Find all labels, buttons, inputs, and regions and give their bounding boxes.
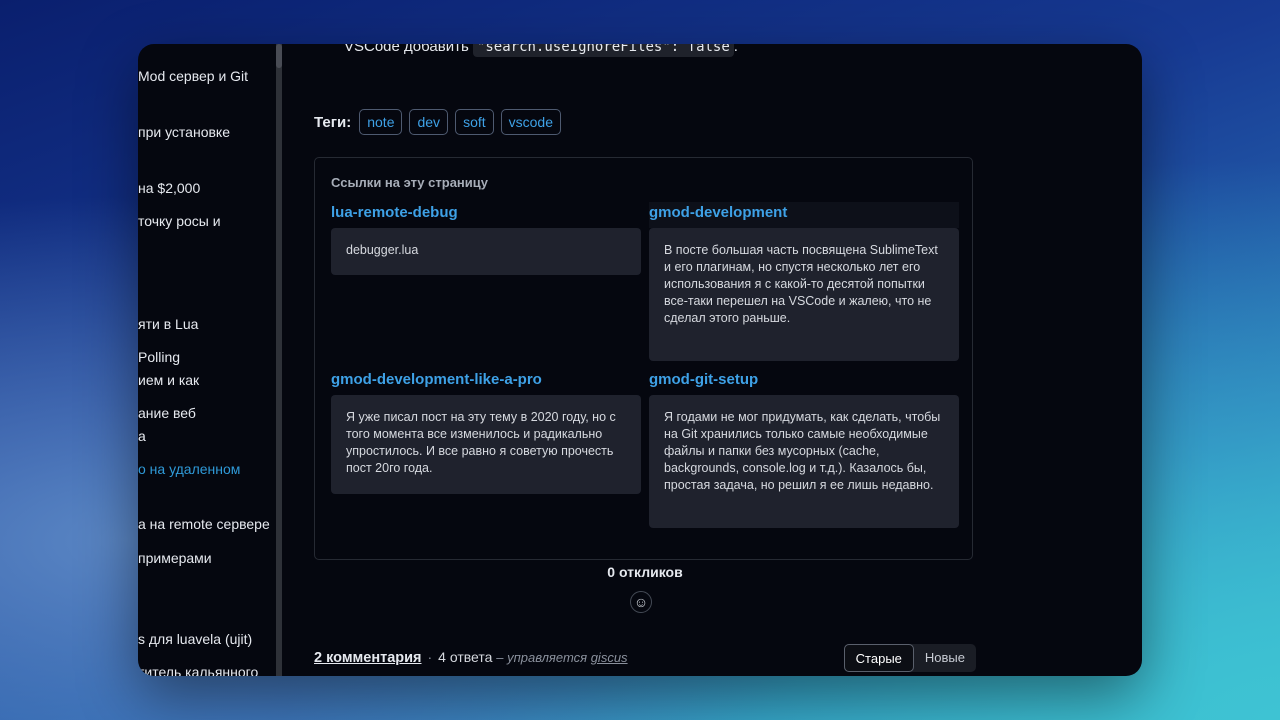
sidebar-item[interactable]: при установке (138, 121, 230, 143)
scrollbar-thumb[interactable] (276, 44, 282, 68)
backlink-link[interactable]: gmod-git-setup (649, 369, 959, 395)
tag-dev[interactable]: dev (409, 109, 449, 135)
sort-newest-button[interactable]: Новые (914, 644, 976, 672)
browser-window: Mod сервер и Git при установке на $2,000… (138, 44, 1142, 676)
inline-code: "search.useIgnoreFiles": false (472, 44, 734, 57)
sidebar-item[interactable]: ание веб (138, 402, 196, 424)
comments-bar: 2 комментария · 4 ответа – управляется gis… (314, 644, 976, 672)
backlink-item: gmod-development-like-a-pro Я уже писал … (331, 369, 641, 494)
sidebar-item[interactable]: точку росы и (138, 210, 221, 232)
separator: · (427, 649, 433, 665)
backlinks-panel: Ссылки на эту страницу lua-remote-debug … (314, 157, 973, 560)
replies-count: 4 ответа (438, 649, 493, 665)
tags-row: Теги: note dev soft vscode (314, 109, 568, 135)
comments-count-link[interactable]: 2 комментария (314, 650, 422, 666)
sidebar-item-active[interactable]: о на удаленном (138, 458, 240, 480)
tags-label: Теги: (314, 113, 352, 131)
comments-summary: 2 комментария · 4 ответа – управляется gis… (314, 649, 628, 666)
sidebar-item[interactable]: Mod сервер и Git (138, 65, 248, 87)
article-text-end: . (733, 44, 738, 55)
backlink-item: gmod-git-setup Я годами не мог придумать… (649, 369, 959, 528)
backlink-item: gmod-development В посте большая часть п… (649, 202, 959, 361)
backlink-link[interactable]: gmod-development-like-a-pro (331, 369, 641, 395)
sidebar-item[interactable]: Polling (138, 346, 180, 368)
backlink-excerpt: Я уже писал пост на эту тему в 2020 году… (331, 395, 641, 494)
sidebar-scrollbar[interactable] (276, 44, 282, 676)
sidebar-item[interactable]: а на remote сервере (138, 513, 270, 535)
article-text: VSCode добавить "search.useIgnoreFiles":… (344, 44, 738, 57)
sidebar-item[interactable]: титель кальянного (138, 661, 258, 676)
sidebar-item[interactable]: s для luavela (ujit) (138, 628, 252, 650)
backlink-item: lua-remote-debug debugger.lua (331, 202, 641, 275)
article-text-part: VSCode добавить (344, 44, 473, 55)
sidebar: Mod сервер и Git при установке на $2,000… (138, 44, 278, 676)
reactions-count: 0 откликов (607, 564, 683, 580)
backlink-excerpt: В посте большая часть посвящена SublimeT… (649, 228, 959, 361)
tag-soft[interactable]: soft (455, 109, 494, 135)
giscus-link[interactable]: giscus (591, 650, 628, 665)
sidebar-item[interactable]: на $2,000 (138, 177, 200, 199)
managed-prefix: – управляется (496, 650, 591, 665)
sidebar-item[interactable]: примерами (138, 547, 212, 569)
smile-icon[interactable]: ☺ (630, 591, 652, 613)
tag-vscode[interactable]: vscode (500, 109, 561, 135)
backlink-excerpt: Я годами не мог придумать, как сделать, … (649, 395, 959, 528)
backlink-link[interactable]: gmod-development (649, 202, 959, 228)
tag-note[interactable]: note (359, 109, 403, 135)
sidebar-item[interactable]: ием и как (138, 369, 199, 391)
backlink-excerpt: debugger.lua (331, 228, 641, 275)
sidebar-item[interactable]: яти в Lua (138, 313, 198, 335)
backlink-link[interactable]: lua-remote-debug (331, 202, 641, 228)
sort-oldest-button[interactable]: Старые (843, 644, 914, 672)
sort-toggle: Старые Новые (843, 644, 976, 672)
backlinks-title: Ссылки на эту страницу (331, 175, 488, 190)
sidebar-item[interactable]: а (138, 425, 146, 447)
main-content: VSCode добавить "search.useIgnoreFiles":… (314, 44, 976, 676)
managed-by-text: – управляется giscus (496, 650, 627, 665)
